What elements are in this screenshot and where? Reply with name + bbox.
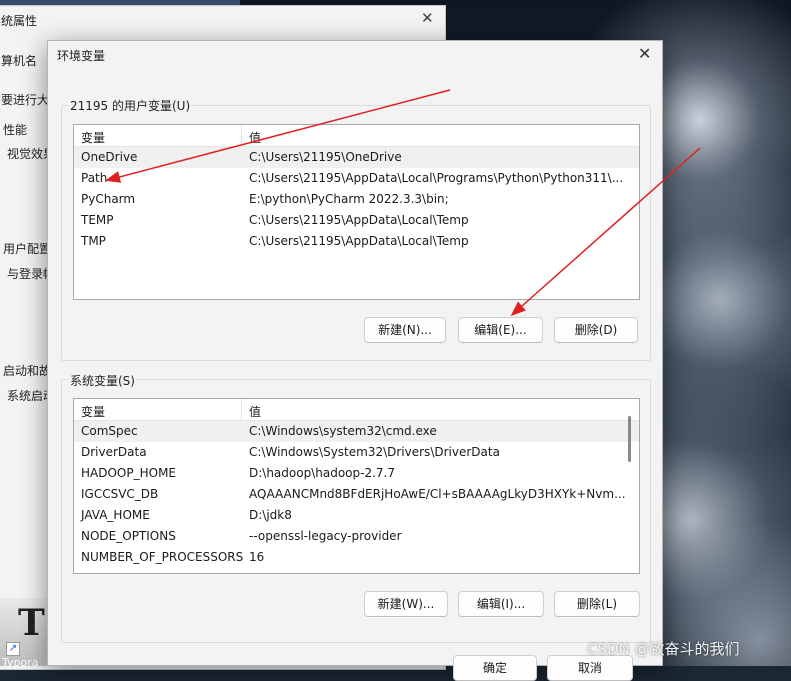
variable-value: E:\python\PyCharm 2022.3.3\bin; [249, 192, 449, 206]
column-value[interactable]: 值 [249, 403, 261, 420]
typora-app-icon[interactable]: T ↗ Typora [0, 598, 50, 669]
table-row[interactable]: NUMBER_OF_PROCESSORS 16 [74, 547, 639, 568]
variable-name: TEMP [81, 213, 114, 227]
variable-value: C:\Windows\system32\cmd.exe [249, 424, 437, 438]
column-variable[interactable]: 变量 [81, 129, 105, 146]
ok-button[interactable]: 确定 [453, 655, 537, 681]
variable-name: Path [81, 171, 108, 185]
typora-glyph: T [18, 602, 45, 644]
system-new-button[interactable]: 新建(W)... [364, 591, 448, 617]
variable-name: JAVA_HOME [81, 508, 150, 522]
list-header: 变量 值 [74, 399, 639, 421]
column-variable[interactable]: 变量 [81, 403, 105, 420]
user-variables-label: 21195 的用户变量(U) [69, 97, 192, 114]
variable-value: 16 [249, 550, 265, 564]
variable-value: C:\Users\21195\AppData\Local\Programs\Py… [249, 171, 624, 185]
dialog-title: 环境变量 [57, 49, 106, 63]
environment-variables-dialog: 环境变量 ✕ 21195 的用户变量(U) 变量 值 OneDrive C:\U… [47, 40, 663, 681]
user-edit-button[interactable]: 编辑(E)... [458, 317, 543, 343]
bg-fragment: 用户配置 [3, 242, 52, 256]
table-row[interactable]: JAVA_HOME D:\jdk8 [74, 505, 639, 526]
table-row[interactable]: TMP C:\Users\21195\AppData\Local\Temp [74, 231, 639, 252]
column-divider[interactable] [241, 399, 242, 421]
user-delete-button[interactable]: 删除(D) [554, 317, 638, 343]
list-header: 变量 值 [74, 125, 639, 147]
variable-value: C:\Users\21195\AppData\Local\Temp [249, 234, 469, 248]
system-edit-button[interactable]: 编辑(I)... [458, 591, 544, 617]
table-row[interactable]: TEMP C:\Users\21195\AppData\Local\Temp [74, 210, 639, 231]
bg-fragment: 性能 [3, 123, 28, 137]
table-row[interactable]: DriverData C:\Windows\System32\Drivers\D… [74, 442, 639, 463]
watermark: CSDN @致奋斗的我们 [587, 640, 740, 658]
vertical-scrollbar[interactable] [628, 416, 631, 462]
system-variables-list[interactable]: 变量 值 ComSpec C:\Windows\system32\cmd.exe… [73, 398, 640, 574]
column-value[interactable]: 值 [249, 129, 261, 146]
system-properties-title: 统属性 [1, 14, 38, 28]
user-new-button[interactable]: 新建(N)... [364, 317, 446, 343]
variable-value: C:\Users\21195\AppData\Local\Temp [249, 213, 469, 227]
variable-value: AQAAANCMnd8BFdERjHoAwE/Cl+sBAAAAgLkyD3HX… [249, 487, 626, 501]
typora-label: Typora [2, 656, 39, 669]
system-delete-button[interactable]: 删除(L) [554, 591, 640, 617]
variable-name: HADOOP_HOME [81, 466, 177, 480]
variable-name: ComSpec [81, 424, 138, 438]
variable-value: C:\Windows\System32\Drivers\DriverData [249, 445, 500, 459]
close-icon[interactable]: ✕ [638, 44, 651, 63]
variable-name: IGCCSVC_DB [81, 487, 159, 501]
variable-value: C:\Users\21195\OneDrive [249, 150, 402, 164]
bg-fragment: 启动和故 [3, 364, 52, 378]
variable-name: NUMBER_OF_PROCESSORS [81, 550, 244, 564]
system-variables-label: 系统变量(S) [69, 372, 136, 389]
variable-name: TMP [81, 234, 106, 248]
variable-value: --openssl-legacy-provider [249, 529, 402, 543]
user-variables-list[interactable]: 变量 值 OneDrive C:\Users\21195\OneDrive Pa… [73, 124, 640, 300]
variable-name: DriverData [81, 445, 147, 459]
bg-fragment: 算机名 [1, 54, 38, 68]
variable-value: D:\jdk8 [249, 508, 292, 522]
variable-name: NODE_OPTIONS [81, 529, 176, 543]
variable-name: PyCharm [81, 192, 136, 206]
shortcut-arrow-icon: ↗ [6, 642, 20, 656]
bg-fragment: 要进行大 [1, 93, 50, 107]
table-row[interactable]: IGCCSVC_DB AQAAANCMnd8BFdERjHoAwE/Cl+sBA… [74, 484, 639, 505]
table-row[interactable]: HADOOP_HOME D:\hadoop\hadoop-2.7.7 [74, 463, 639, 484]
close-icon[interactable]: ✕ [421, 9, 434, 27]
variable-name: OneDrive [81, 150, 138, 164]
column-divider[interactable] [241, 125, 242, 147]
table-row[interactable]: PyCharm E:\python\PyCharm 2022.3.3\bin; [74, 189, 639, 210]
table-row[interactable]: ComSpec C:\Windows\system32\cmd.exe [74, 421, 639, 442]
table-row[interactable]: OneDrive C:\Users\21195\OneDrive [74, 147, 639, 168]
variable-value: D:\hadoop\hadoop-2.7.7 [249, 466, 395, 480]
table-row[interactable]: Path C:\Users\21195\AppData\Local\Progra… [74, 168, 639, 189]
table-row[interactable]: NODE_OPTIONS --openssl-legacy-provider [74, 526, 639, 547]
